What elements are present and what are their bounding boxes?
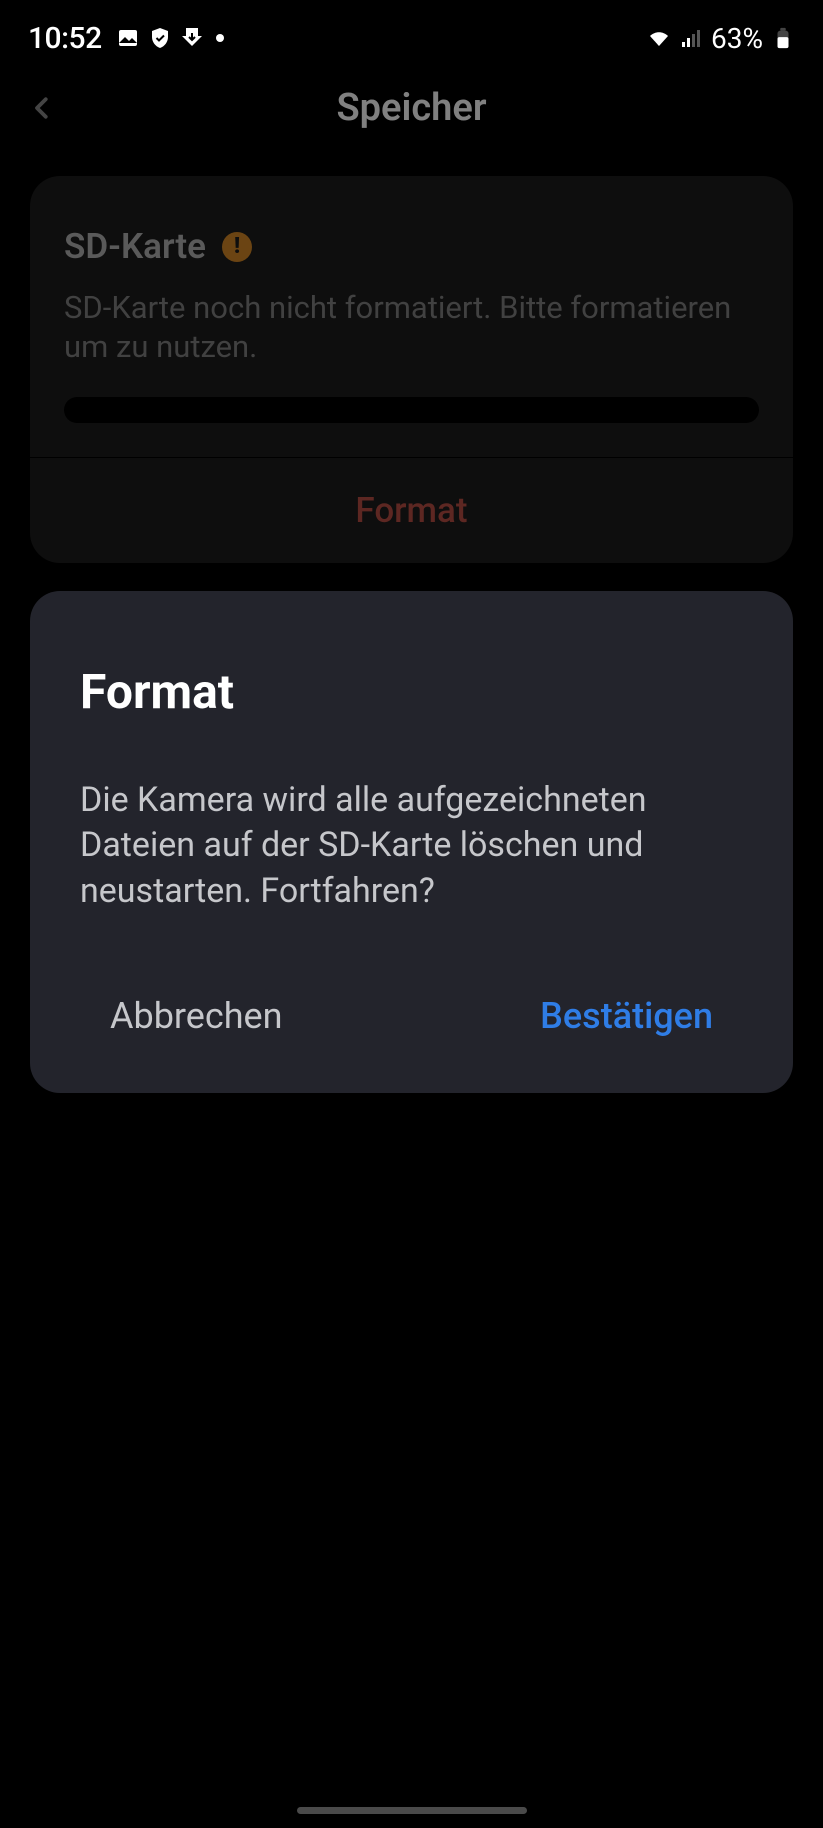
app-header: Speicher: [0, 72, 823, 144]
format-dialog: Format Die Kamera wird alle aufgezeichne…: [30, 591, 793, 1094]
image-icon: [116, 26, 140, 50]
warning-icon: !: [222, 232, 252, 262]
sd-card-description: SD-Karte noch nicht formatiert. Bitte fo…: [64, 289, 759, 367]
status-left: 10:52: [28, 21, 224, 56]
status-right: 63%: [647, 22, 795, 55]
signal-icon: [679, 26, 703, 50]
home-indicator[interactable]: [297, 1807, 527, 1814]
download-icon: [180, 26, 204, 50]
status-bar: 10:52 63%: [0, 0, 823, 68]
notification-dot-icon: [216, 34, 224, 42]
status-time: 10:52: [28, 21, 102, 56]
sd-card-title: SD-Karte: [64, 226, 206, 267]
back-button[interactable]: [22, 88, 62, 128]
page-title: Speicher: [0, 86, 823, 130]
battery-percent: 63%: [711, 22, 763, 55]
dialog-message: Die Kamera wird alle aufgezeichneten Dat…: [80, 778, 743, 916]
storage-progress-bar: [64, 397, 759, 423]
battery-icon: [771, 26, 795, 50]
wifi-icon: [647, 26, 671, 50]
status-icons-left: [116, 26, 224, 50]
dialog-title: Format: [80, 663, 743, 720]
format-button[interactable]: Format: [30, 458, 793, 563]
dialog-buttons: Abbrechen Bestätigen: [80, 987, 743, 1045]
confirm-button[interactable]: Bestätigen: [540, 987, 713, 1045]
sd-card-title-row: SD-Karte !: [64, 226, 759, 267]
shield-check-icon: [148, 26, 172, 50]
chevron-left-icon: [27, 88, 57, 128]
sd-card-panel: SD-Karte ! SD-Karte noch nicht formatier…: [30, 176, 793, 563]
cancel-button[interactable]: Abbrechen: [110, 987, 283, 1045]
